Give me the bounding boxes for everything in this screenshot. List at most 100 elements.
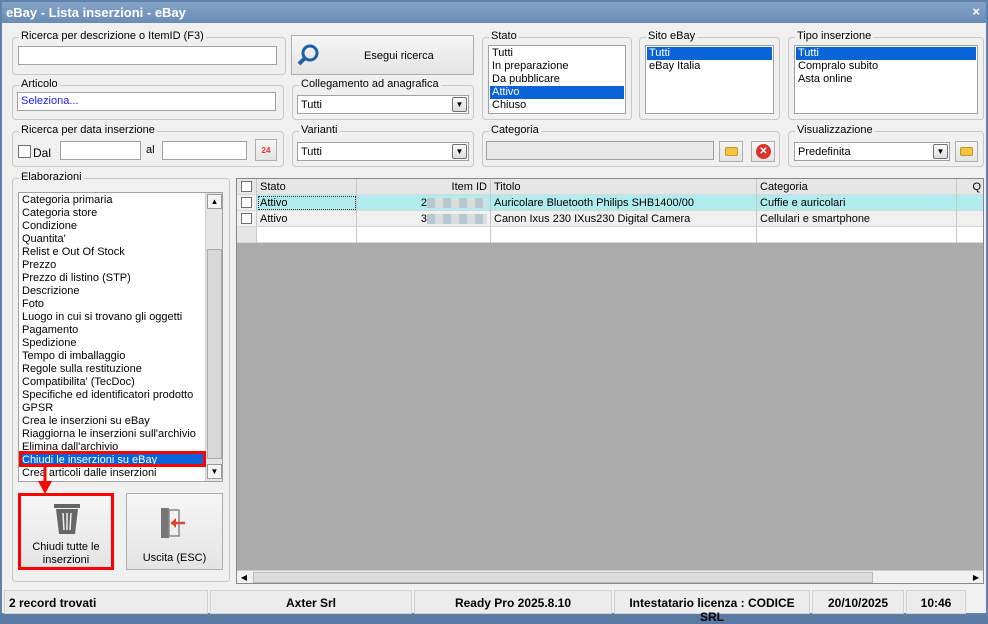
status-license: Intestatario licenza : CODICE SRL	[614, 590, 810, 624]
clear-categoria-button[interactable]: ✕	[751, 141, 775, 162]
elaborazione-item[interactable]: Prezzo	[20, 259, 204, 272]
elaborazione-item[interactable]: Categoria primaria	[20, 194, 204, 207]
search-input[interactable]	[18, 46, 277, 65]
search-button-label: Esegui ricerca	[364, 50, 434, 62]
sito-option-selected[interactable]: Tutti	[647, 47, 772, 60]
window: eBay - Lista inserzioni - eBay × Ricerca …	[0, 0, 988, 624]
elaborazione-item[interactable]: Categoria store	[20, 207, 204, 220]
sito-option[interactable]: eBay Italia	[647, 60, 772, 73]
scroll-up-icon[interactable]: ▲	[207, 194, 222, 209]
dal-checkbox[interactable]	[18, 145, 31, 158]
table-row[interactable]: Attivo 2 Auricolare Bluetooth Philips SH…	[237, 195, 983, 211]
scroll-left-icon[interactable]: ◀	[237, 571, 251, 583]
visualizzazione-select[interactable]: Predefinita ▼	[794, 142, 950, 161]
elaborazione-item[interactable]: Specifiche ed identificatori prodotto	[20, 389, 204, 402]
column-header-titolo[interactable]: Titolo	[491, 179, 757, 195]
elaborazione-item[interactable]: Crea le inserzioni su eBay	[20, 415, 204, 428]
chiudi-tutte-button[interactable]: Chiudi tutte le inserzioni	[18, 493, 114, 570]
sito-listbox[interactable]: Tutti eBay Italia	[645, 45, 774, 114]
elaborazione-item[interactable]: Spedizione	[20, 337, 204, 350]
annotation-arrow-icon	[38, 467, 52, 494]
chevron-down-icon: ▼	[452, 144, 467, 159]
column-header-item-id[interactable]: Item ID	[357, 179, 491, 195]
elaborazione-item[interactable]: Descrizione	[20, 285, 204, 298]
date-to-input[interactable]	[162, 141, 247, 160]
varianti-select[interactable]: Tutti ▼	[297, 142, 469, 161]
column-header-categoria[interactable]: Categoria	[757, 179, 957, 195]
elaborazioni-listbox[interactable]: Categoria primaria Categoria store Condizi…	[18, 192, 223, 482]
horizontal-scrollbar[interactable]: ◀ ▶	[237, 570, 983, 583]
scroll-thumb[interactable]	[207, 249, 222, 459]
al-label: al	[146, 144, 155, 156]
elaborazione-item[interactable]: Regole sulla restituzione	[20, 363, 204, 376]
visualizzazione-value: Predefinita	[798, 146, 851, 158]
elaborazione-item[interactable]: Prezzo di listino (STP)	[20, 272, 204, 285]
close-icon[interactable]: ×	[972, 4, 980, 19]
tipo-option[interactable]: Compralo subito	[796, 60, 976, 73]
varianti-legend: Varianti	[299, 124, 340, 136]
elaborazione-item[interactable]: Luogo in cui si trovano gli oggetti	[20, 311, 204, 324]
elaborazione-item[interactable]: Pagamento	[20, 324, 204, 337]
cell-stato: Attivo	[257, 195, 357, 211]
scroll-thumb[interactable]	[253, 572, 873, 583]
folder-button[interactable]	[719, 141, 743, 162]
articolo-input[interactable]: Seleziona...	[17, 92, 276, 111]
tipo-option[interactable]: Asta online	[796, 73, 976, 86]
redacted-id	[427, 214, 487, 225]
collegamento-legend: Collegamento ad anagrafica	[299, 78, 441, 90]
scroll-right-icon[interactable]: ▶	[969, 571, 983, 583]
folder-button[interactable]	[955, 141, 978, 162]
cell-stato: Attivo	[257, 211, 357, 227]
stato-option[interactable]: Da pubblicare	[490, 73, 624, 86]
cell-categoria: Cuffie e auricolari	[757, 195, 957, 211]
elaborazione-item[interactable]: GPSR	[20, 402, 204, 415]
elaborazione-item[interactable]: Tempo di imballaggio	[20, 350, 204, 363]
chevron-down-icon: ▼	[452, 97, 467, 112]
collegamento-select[interactable]: Tutti ▼	[297, 95, 469, 114]
stato-legend: Stato	[489, 30, 519, 42]
stato-option-selected[interactable]: Attivo	[490, 86, 624, 99]
tipo-legend: Tipo inserzione	[795, 30, 874, 42]
window-title: eBay - Lista inserzioni - eBay	[6, 5, 186, 20]
dal-label: Dal	[33, 146, 52, 160]
new-row[interactable]	[237, 227, 983, 243]
stato-option[interactable]: In preparazione	[490, 60, 624, 73]
uscita-button[interactable]: Uscita (ESC)	[126, 493, 223, 570]
row-checkbox[interactable]	[241, 197, 252, 208]
select-all-checkbox[interactable]	[241, 181, 252, 192]
stato-option[interactable]: Tutti	[490, 47, 624, 60]
grid-header: Stato Item ID Titolo Categoria Q	[237, 179, 983, 195]
scrollbar[interactable]: ▲ ▼	[205, 193, 222, 481]
visualizzazione-legend: Visualizzazione	[795, 124, 875, 136]
categoria-legend: Categoria	[489, 124, 541, 136]
column-header-q[interactable]: Q	[957, 179, 983, 195]
elaborazione-item[interactable]: Foto	[20, 298, 204, 311]
status-company: Axter Srl	[210, 590, 412, 614]
cell-titolo: Canon Ixus 230 IXus230 Digital Camera	[491, 211, 757, 227]
elaborazione-item[interactable]: Compatibilita' (TecDoc)	[20, 376, 204, 389]
scroll-down-icon[interactable]: ▼	[207, 464, 222, 479]
exit-door-icon	[161, 508, 185, 538]
uscita-label: Uscita (ESC)	[142, 552, 207, 564]
tipo-listbox[interactable]: Tutti Compralo subito Asta online	[794, 45, 978, 114]
column-header-stato[interactable]: Stato	[257, 179, 357, 195]
trash-icon	[54, 504, 80, 534]
search-button[interactable]: Esegui ricerca	[291, 35, 474, 75]
calendar-icon[interactable]: 24	[255, 139, 277, 161]
elaborazione-item[interactable]: Relist e Out Of Stock	[20, 246, 204, 259]
tipo-option-selected[interactable]: Tutti	[796, 47, 976, 60]
elaborazione-item[interactable]: Condizione	[20, 220, 204, 233]
elaborazione-item[interactable]: Riaggiorna le inserzioni sull'archivio	[20, 428, 204, 441]
listings-grid: Stato Item ID Titolo Categoria Q Attivo …	[236, 178, 984, 584]
status-records: 2 record trovati	[4, 590, 208, 614]
redacted-id	[427, 198, 487, 209]
chevron-down-icon: ▼	[933, 144, 948, 159]
date-from-input[interactable]	[60, 141, 141, 160]
collegamento-value: Tutti	[301, 99, 322, 111]
elaborazione-item[interactable]: Quantita'	[20, 233, 204, 246]
stato-option[interactable]: Chiuso	[490, 99, 624, 112]
stato-listbox[interactable]: Tutti In preparazione Da pubblicare Attivo C…	[488, 45, 626, 114]
row-checkbox[interactable]	[241, 213, 252, 224]
table-row[interactable]: Attivo 3 Canon Ixus 230 IXus230 Digital …	[237, 211, 983, 227]
categoria-input[interactable]	[486, 141, 714, 160]
